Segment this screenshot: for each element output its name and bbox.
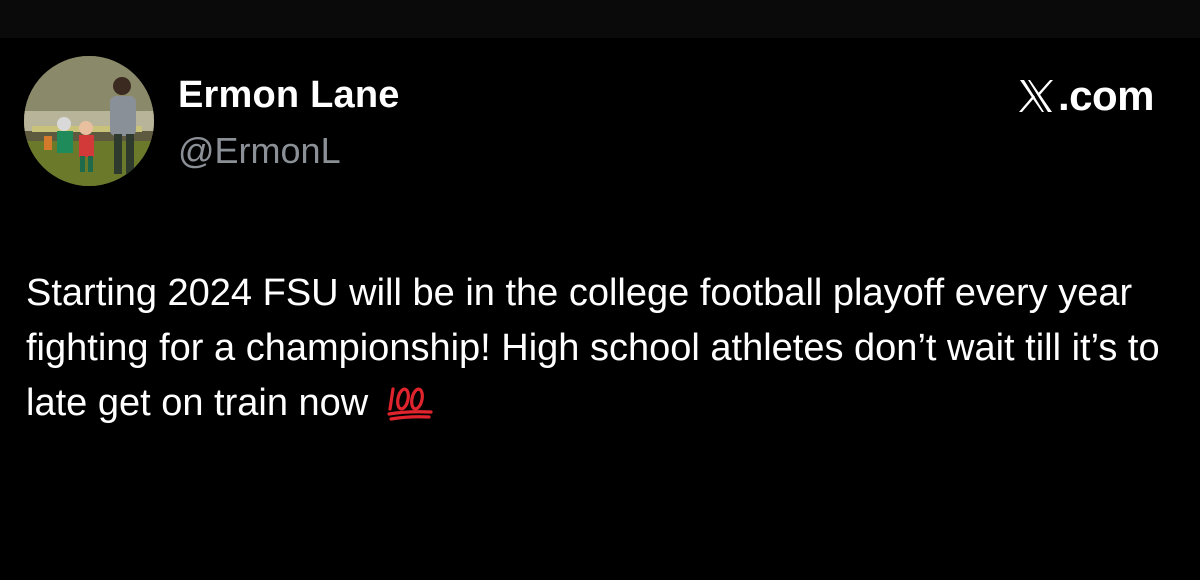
- x-logo-icon: [1018, 80, 1053, 112]
- hundred-points-emoji: [387, 387, 433, 421]
- author-handle[interactable]: @ErmonL: [178, 130, 341, 172]
- author-display-name[interactable]: Ermon Lane: [178, 74, 400, 117]
- brand-mark: .com: [1016, 72, 1155, 120]
- profile-photo: [24, 56, 154, 186]
- tweet-body: Starting 2024 FSU will be in the college…: [26, 266, 1176, 431]
- brand-text: .com: [1057, 72, 1155, 119]
- author-avatar[interactable]: [24, 56, 154, 186]
- tweet-text: Starting 2024 FSU will be in the college…: [26, 272, 1160, 424]
- top-bar: [0, 0, 1200, 38]
